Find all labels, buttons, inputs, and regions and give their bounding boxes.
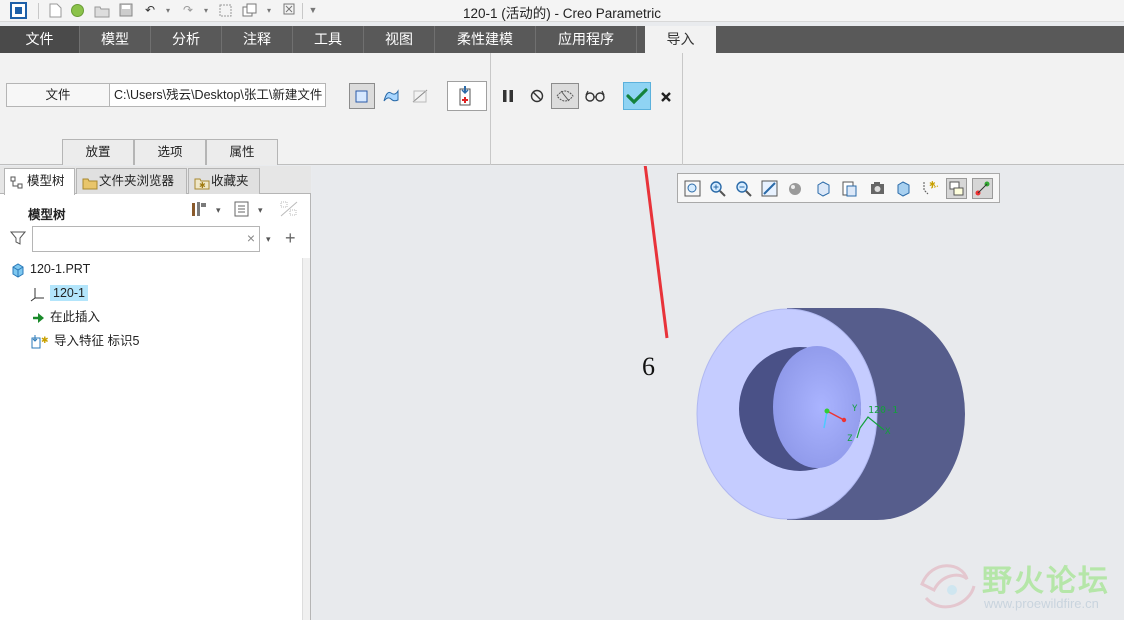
part-icon xyxy=(10,262,26,278)
divider xyxy=(490,53,491,165)
tree-item-label: 在此插入 xyxy=(50,310,101,324)
graphics-window[interactable]: ✱ 120-1 Y X Z 6 野火论坛 www.proewildfire.cn xyxy=(312,166,1124,620)
file-label: 文件 xyxy=(6,83,110,107)
close-window-icon[interactable] xyxy=(282,3,296,18)
show-dropdown-icon[interactable]: ▾ xyxy=(258,205,263,225)
tab-properties[interactable]: 属性 xyxy=(206,139,278,165)
tab-analysis[interactable]: 分析 xyxy=(151,26,222,53)
save-icon[interactable] xyxy=(119,3,133,18)
creo-app-icon[interactable] xyxy=(10,2,27,19)
divider xyxy=(682,53,683,165)
add-icon[interactable]: + xyxy=(285,228,296,248)
step-number-label: 6 xyxy=(642,352,655,381)
undo-icon[interactable]: ↶ xyxy=(143,3,157,18)
tab-import[interactable]: 导入 xyxy=(645,26,716,53)
customize-toolbar-icon[interactable]: ▼ xyxy=(306,3,320,18)
tab-label: 模型树 xyxy=(27,174,65,188)
tab-applications[interactable]: 应用程序 xyxy=(536,26,637,53)
tab-label: 文件夹浏览器 xyxy=(99,174,175,188)
axis-label-z: Z xyxy=(847,434,853,444)
undo-dropdown-icon[interactable]: ▾ xyxy=(161,3,175,18)
open-folder-icon[interactable] xyxy=(94,3,110,18)
tab-model[interactable]: 模型 xyxy=(80,26,151,53)
cancel-x-button[interactable] xyxy=(653,84,679,110)
tab-flexible-modeling[interactable]: 柔性建模 xyxy=(435,26,536,53)
watermark-logo-icon xyxy=(920,564,976,609)
tree-item-part[interactable]: 120-1.PRT xyxy=(10,258,90,280)
new-file-icon[interactable] xyxy=(48,3,62,18)
tab-annotate[interactable]: 注释 xyxy=(222,26,293,53)
tab-folder-browser[interactable]: 文件夹浏览器 xyxy=(76,168,187,194)
search-input[interactable]: × xyxy=(32,226,260,252)
search-dropdown-icon[interactable]: ▾ xyxy=(266,234,271,254)
tree-item-import-feature[interactable]: ✱ 导入特征 标识5 xyxy=(30,330,139,352)
watermark-text: 野火论坛 xyxy=(982,564,1110,599)
axis-label-x: X xyxy=(885,427,891,437)
panel-scrollbar[interactable] xyxy=(302,258,310,620)
preview-geometry-icon[interactable] xyxy=(551,83,579,109)
insert-here-arrow-icon xyxy=(30,310,46,326)
windows-icon[interactable] xyxy=(242,3,257,18)
filter-funnel-icon[interactable] xyxy=(9,230,27,250)
ok-checkmark-button[interactable] xyxy=(623,82,651,110)
divider xyxy=(302,3,303,19)
regenerate-icon[interactable] xyxy=(218,3,232,18)
redo-icon[interactable]: ↷ xyxy=(181,3,195,18)
tree-item-label: 120-1 xyxy=(50,285,88,301)
surface-type-button[interactable] xyxy=(378,83,404,109)
divider xyxy=(38,3,39,19)
import-file-button[interactable] xyxy=(447,81,487,111)
tree-settings-icon[interactable] xyxy=(190,200,208,220)
open-file-icon[interactable] xyxy=(70,3,84,18)
coordinate-system-icon xyxy=(30,286,46,302)
watermark-url: www.proewildfire.cn xyxy=(984,596,1099,611)
tab-view[interactable]: 视图 xyxy=(364,26,435,53)
tab-model-tree[interactable]: 模型树 xyxy=(4,168,75,195)
navigator-panel: 模型树 文件夹浏览器 ✱ 收藏夹 模型树 ▾ ▾ × ▾ + 120-1.PRT… xyxy=(0,166,311,620)
tab-file[interactable]: 文件 xyxy=(0,26,80,53)
tab-tools[interactable]: 工具 xyxy=(293,26,364,53)
filter-display-icon[interactable] xyxy=(279,200,299,220)
axis-label-y: Y xyxy=(852,404,858,414)
pause-icon[interactable] xyxy=(495,83,521,109)
model-tree-icon xyxy=(10,174,24,189)
show-list-icon[interactable] xyxy=(234,200,250,220)
forum-watermark: 野火论坛 www.proewildfire.cn xyxy=(912,554,1124,620)
tree-item-label: 导入特征 标识5 xyxy=(54,334,140,348)
tree-item-label: 120-1.PRT xyxy=(30,262,91,276)
search-field[interactable] xyxy=(37,228,237,250)
model-tree-title: 模型树 xyxy=(28,208,66,222)
curve-type-button[interactable] xyxy=(407,83,433,109)
clear-icon[interactable]: × xyxy=(247,230,255,246)
tab-placement[interactable]: 放置 xyxy=(62,139,134,165)
part-model-view[interactable] xyxy=(312,166,1124,620)
tree-item-csys[interactable]: 120-1 xyxy=(30,282,88,304)
ribbon-tab-bar: 文件 模型 分析 注释 工具 视图 柔性建模 应用程序 导入 xyxy=(0,26,1124,53)
windows-dropdown-icon[interactable]: ▾ xyxy=(262,3,276,18)
redo-dropdown-icon[interactable]: ▾ xyxy=(199,3,213,18)
tab-options[interactable]: 选项 xyxy=(134,139,206,165)
svg-text:✱: ✱ xyxy=(199,181,206,190)
tab-label: 收藏夹 xyxy=(211,174,249,188)
solid-type-button[interactable] xyxy=(349,83,375,109)
navigator-tabs: 模型树 文件夹浏览器 ✱ 收藏夹 xyxy=(0,166,311,195)
file-path-field[interactable]: C:\Users\残云\Desktop\张工\新建文件 xyxy=(110,83,326,107)
bore-inner-surface xyxy=(773,346,861,468)
no-preview-icon[interactable] xyxy=(524,83,550,109)
tree-item-insert-here[interactable]: 在此插入 xyxy=(30,306,100,328)
import-dashboard: 文件 C:\Users\残云\Desktop\张工\新建文件 放置 选项 属性 xyxy=(0,53,1124,165)
tab-favorites[interactable]: ✱ 收藏夹 xyxy=(188,168,260,194)
csys-label: 120-1 xyxy=(868,405,899,416)
import-feature-icon: ✱ xyxy=(30,334,50,350)
folder-icon xyxy=(82,174,98,190)
svg-text:✱: ✱ xyxy=(41,335,49,345)
verify-glasses-icon[interactable] xyxy=(582,83,608,109)
title-bar: ↶ ▾ ↷ ▾ ▾ ▼ 120-1 (活动的) - Creo Parametri… xyxy=(0,0,1124,22)
favorites-folder-icon: ✱ xyxy=(194,174,210,190)
tree-settings-dropdown-icon[interactable]: ▾ xyxy=(216,205,221,225)
